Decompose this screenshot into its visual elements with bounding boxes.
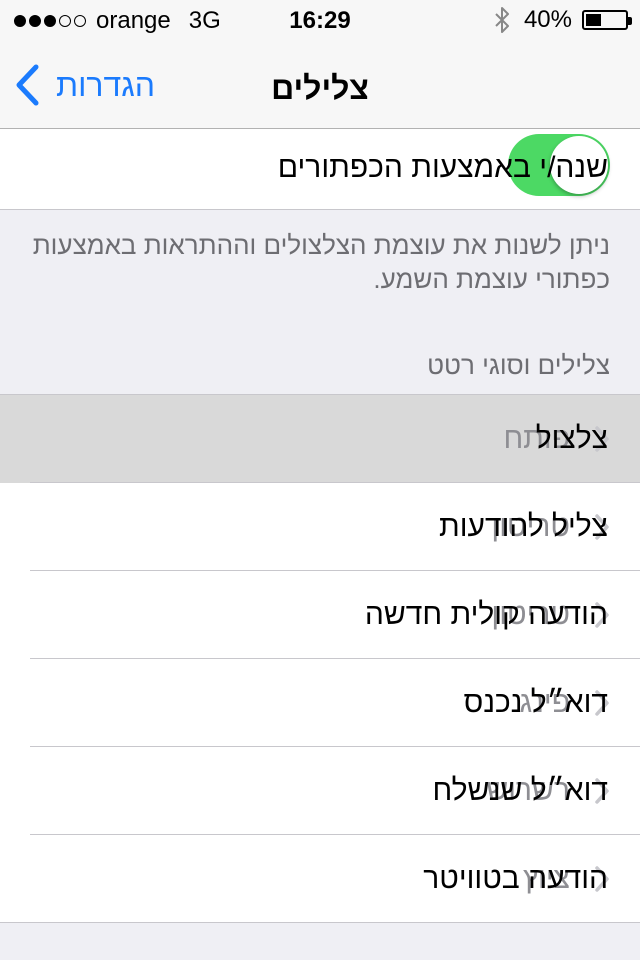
list-item[interactable]: ציוץ הודעה בטוויטר: [0, 835, 640, 923]
battery-level: [586, 14, 602, 26]
list-item-label: הודעה קולית חדשה: [364, 598, 608, 631]
list-item[interactable]: טריטון צליל להודעות: [0, 483, 640, 571]
navigation-bar: הגדרות צלילים: [0, 40, 640, 129]
battery-icon: [582, 10, 632, 30]
sounds-list: פותח צלצול טריטון צליל להודעות טריטון הודעה ק…: [0, 394, 640, 923]
battery-tip: [628, 17, 632, 25]
list-item[interactable]: טריטון הודעה קולית חדשה: [0, 571, 640, 659]
list-item-label: צליל להודעות: [439, 510, 608, 543]
list-item-label: הודעה בטוויטר: [423, 862, 608, 895]
change-with-buttons-row: שנה/י באמצעות הכפתורים: [0, 129, 640, 210]
page-title: צלילים: [271, 70, 369, 106]
section-footer-text: ניתן לשנות את עוצמת הצלצולים וההתראות בא…: [32, 230, 610, 294]
list-item-value: פותח: [503, 422, 570, 455]
list-item[interactable]: פותח צלצול: [0, 395, 640, 483]
section-header: צלילים וסוגי רטט: [427, 350, 610, 380]
list-item-label: דוא״ל שנשלח: [432, 774, 609, 807]
separator: [0, 922, 640, 923]
change-with-buttons-label: שנה/י באמצעות הכפתורים: [277, 151, 608, 184]
list-item[interactable]: פינג דוא״ל נכנס: [0, 659, 640, 747]
list-item-label: צלצול: [535, 422, 608, 455]
status-bar: orange 3G 16:29 40%: [0, 0, 640, 40]
list-item[interactable]: רשרוש דוא״ל שנשלח: [0, 747, 640, 835]
status-right: 40%: [490, 6, 632, 34]
bluetooth-icon: [495, 7, 509, 33]
list-item-label: דוא״ל נכנס: [463, 686, 608, 719]
battery-percent: 40%: [523, 6, 572, 33]
